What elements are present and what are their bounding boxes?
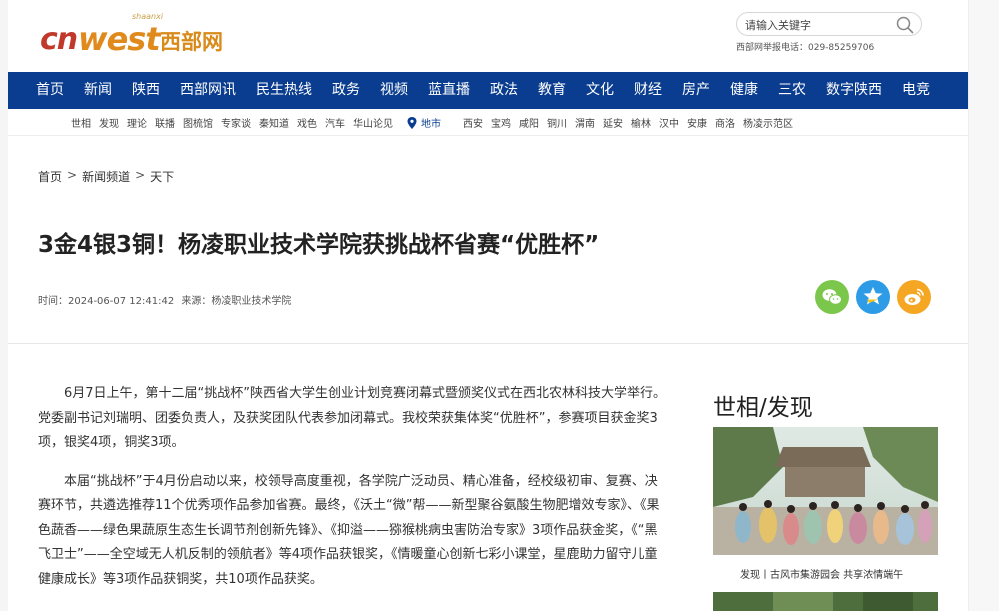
breadcrumb-separator: > [67,168,78,182]
subnav-item[interactable]: 发现 [99,115,119,130]
nav-item[interactable]: 民生热线 [246,72,322,109]
nav-item[interactable]: 新闻 [74,72,122,109]
subnav-item[interactable]: 图梳馆 [183,115,213,130]
article-time: 时间：2024-06-07 12:41:42 [38,296,175,307]
wechat-icon[interactable] [815,280,849,314]
report-hotline: 西部网举报电话：029-85259706 [736,43,875,53]
article-meta: 时间：2024-06-07 12:41:42 来源：杨凌职业技术学院 [38,292,295,307]
nav-item[interactable]: 西部网讯 [170,72,246,109]
page-right-margin [968,0,999,611]
sidebar-title: 世相/发现 [713,395,813,421]
city-link[interactable]: 铜川 [547,115,567,130]
article-paragraph: 6月7日上午，第十二届“挑战杯”陕西省大学生创业计划竞赛闭幕式暨颁奖仪式在西北农… [38,386,667,450]
subnav-item[interactable]: 汽车 [325,115,345,130]
region-link[interactable]: 地市 [407,115,449,130]
nav-item[interactable]: 文化 [576,72,624,109]
nav-item[interactable]: 房产 [672,72,720,109]
city-link[interactable]: 商洛 [715,115,735,130]
sub-nav: 世相 发现 理论 联播 图梳馆 专家谈 秦知道 戏色 汽车 华山论见 地市 西安 宝鸡 咸阳 铜川 渭南延… [8,110,968,136]
nav-item[interactable]: 数字陕西 [816,72,892,109]
subnav-item[interactable]: 世相 [71,115,91,130]
breadcrumb-home[interactable]: 首页 [38,168,62,185]
breadcrumb-news[interactable]: 新闻频道 [82,168,130,185]
header-divider [8,343,968,344]
location-pin-icon [407,116,417,129]
sidebar-caption[interactable]: 发现丨古风市集游园会 共享浓情端午 [740,566,903,581]
subnav-item[interactable]: 专家谈 [221,115,251,130]
main-container: cn west shaanxi 西部网 西部网举报电话：029-85259706… [8,0,968,611]
city-link[interactable]: 西安 [463,115,483,130]
logo-text-cn: cn [40,22,78,57]
nav-item[interactable]: 三农 [768,72,816,109]
nav-item[interactable]: 陕西 [122,72,170,109]
logo-text-zh: 西部网 [160,30,223,54]
city-link[interactable]: 咸阳 [519,115,539,130]
nav-item[interactable]: 财经 [624,72,672,109]
page: cn west shaanxi 西部网 西部网举报电话：029-85259706… [0,0,999,611]
article-paragraph: 本届“挑战杯”于4月份启动以来，校领导高度重视，各学院广泛动员、精心准备，经校级… [38,473,660,587]
subnav-item[interactable]: 华山论见 [353,115,393,130]
search-box [736,12,922,36]
sidebar-second-image[interactable] [713,592,938,611]
sidebar-feature-image[interactable] [713,427,938,555]
subnav-item[interactable]: 理论 [127,115,147,130]
nav-item[interactable]: 政务 [322,72,370,109]
breadcrumb: 首页 > 新闻频道 > 天下 [38,168,174,185]
subnav-item[interactable]: 联播 [155,115,175,130]
breadcrumb-world[interactable]: 天下 [150,168,174,185]
article-title: 3金4银3铜！杨凌职业技术学院获挑战杯省赛“优胜杯” [38,232,600,258]
search-input[interactable] [745,17,890,33]
main-nav: 首页 新闻 陕西 西部网讯 民生热线 政务 视频 蓝直播 政法 教育 文化 财经 房产 健康 三农 数字陕西电… [8,72,968,109]
subnav-item[interactable]: 秦知道 [259,115,289,130]
breadcrumb-separator: > [135,168,146,182]
city-link[interactable]: 安康 [687,115,707,130]
nav-item[interactable]: 视频 [370,72,418,109]
logo-text-small: shaanxi [132,12,164,21]
qzone-icon[interactable] [856,280,890,314]
city-link[interactable]: 延安 [603,115,623,130]
city-link[interactable]: 宝鸡 [491,115,511,130]
search-icon[interactable] [895,15,915,35]
logo-text-west: west [78,20,161,58]
weibo-icon[interactable] [897,280,931,314]
city-link[interactable]: 杨凌示范区 [743,115,793,130]
site-logo[interactable]: cn west shaanxi 西部网 [40,12,250,62]
nav-item[interactable]: 政法 [480,72,528,109]
nav-item[interactable]: 健康 [720,72,768,109]
city-link[interactable]: 汉中 [659,115,679,130]
city-link[interactable]: 榆林 [631,115,651,130]
nav-item[interactable]: 首页 [26,72,74,109]
nav-item[interactable]: 电竞 [892,72,940,109]
region-label: 地市 [421,119,441,130]
article-source: 来源：杨凌职业技术学院 [181,296,292,307]
nav-item[interactable]: 蓝直播 [418,72,480,109]
city-link[interactable]: 渭南 [575,115,595,130]
nav-item[interactable]: 教育 [528,72,576,109]
subnav-item[interactable]: 戏色 [297,115,317,130]
article-body: 6月7日上午，第十二届“挑战杯”陕西省大学生创业计划竞赛闭幕式暨颁奖仪式在西北农… [38,382,668,606]
